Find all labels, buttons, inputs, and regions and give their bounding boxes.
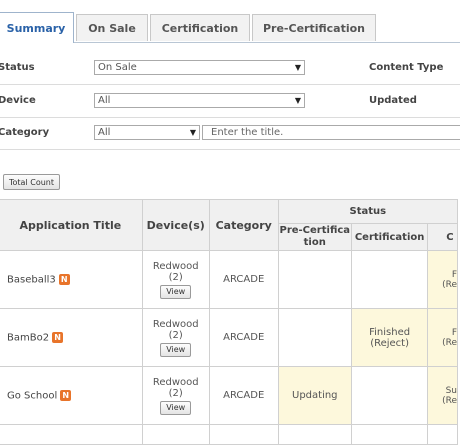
- pre-certification-cell: [277, 308, 352, 367]
- status-label: Status: [0, 62, 35, 73]
- empty-cell: [427, 424, 458, 445]
- header-devices: Device(s): [141, 199, 210, 251]
- device-count: (2): [168, 271, 183, 283]
- table-row-partial: [0, 424, 458, 445]
- chevron-down-icon: ▼: [294, 96, 301, 105]
- new-badge-icon: N: [60, 389, 72, 401]
- title-cell: Baseball3 N: [0, 250, 143, 309]
- extra-status-line: (Re: [442, 279, 457, 290]
- device-cell: Redwood (2) View: [141, 366, 210, 425]
- category-select-value: All: [98, 127, 111, 138]
- header-certification: Certification: [350, 223, 429, 251]
- tab-certification[interactable]: Certification: [150, 14, 250, 41]
- empty-cell: [208, 424, 279, 445]
- extra-status-line: F: [451, 269, 457, 280]
- status-select[interactable]: On Sale ▼: [94, 60, 305, 75]
- title-search-input[interactable]: Enter the title.: [202, 125, 460, 140]
- header-application-title: Application Title: [0, 199, 143, 251]
- pre-certification-cell: Updating: [277, 366, 352, 425]
- header-extra-status: C: [427, 223, 458, 251]
- empty-cell: [141, 424, 210, 445]
- category-cell: ARCADE: [208, 366, 279, 425]
- view-button[interactable]: View: [160, 342, 192, 357]
- extra-status-line: (Re: [442, 395, 457, 406]
- table-row: Go School N Redwood (2) View ARCADE Updat…: [0, 366, 458, 425]
- certification-cell: [350, 366, 429, 425]
- header-pre-certification: Pre-Certification: [277, 223, 352, 251]
- extra-status-line: (Re: [442, 337, 457, 348]
- empty-cell: [0, 424, 143, 445]
- updated-label: Updated: [369, 95, 417, 106]
- device-count: (2): [168, 329, 183, 341]
- app-title-link[interactable]: Go School: [7, 390, 57, 401]
- total-count-button[interactable]: Total Count: [3, 174, 60, 190]
- chevron-down-icon: ▼: [294, 63, 301, 72]
- certification-cell: [350, 250, 429, 309]
- new-badge-icon: N: [58, 273, 70, 285]
- tab-pre-certification[interactable]: Pre-Certification: [252, 14, 376, 41]
- category-cell: ARCADE: [208, 308, 279, 367]
- device-select-value: All: [98, 95, 111, 106]
- category-select[interactable]: All ▼: [94, 125, 200, 140]
- pre-certification-cell: [277, 250, 352, 309]
- category-cell: ARCADE: [208, 250, 279, 309]
- extra-status-cell: F (Re: [427, 250, 458, 309]
- new-badge-icon: N: [52, 331, 64, 343]
- table-row: BamBo2 N Redwood (2) View ARCADE Finished…: [0, 308, 458, 367]
- header-category: Category: [208, 199, 279, 251]
- empty-cell: [350, 424, 429, 445]
- device-count: (2): [168, 387, 183, 399]
- device-name: Redwood: [152, 376, 199, 388]
- device-cell: Redwood (2) View: [141, 308, 210, 367]
- device-select[interactable]: All ▼: [94, 93, 305, 108]
- view-button[interactable]: View: [160, 400, 192, 415]
- extra-status-line: Su: [445, 385, 457, 396]
- device-name: Redwood: [152, 260, 199, 272]
- device-name: Redwood: [152, 318, 199, 330]
- device-cell: Redwood (2) View: [141, 250, 210, 309]
- title-cell: Go School N: [0, 366, 143, 425]
- certification-cell: Finished (Reject): [350, 308, 429, 367]
- title-cell: BamBo2 N: [0, 308, 143, 367]
- extra-status-cell: F (Re: [427, 308, 458, 367]
- extra-status-cell: Su (Re: [427, 366, 458, 425]
- filter-row-status: Status On Sale ▼ Content Type: [0, 52, 460, 85]
- content-type-label: Content Type: [369, 62, 444, 73]
- category-label: Category: [0, 127, 50, 138]
- status-select-value: On Sale: [98, 62, 137, 73]
- tab-bar: Summary On Sale Certification Pre-Certif…: [0, 0, 460, 43]
- extra-status-line: F: [451, 327, 457, 338]
- table-row: Baseball3 N Redwood (2) View ARCADE F (Re: [0, 250, 458, 309]
- app-title-link[interactable]: Baseball3: [7, 274, 56, 285]
- applications-table: Application Title Device(s) Category Sta…: [0, 199, 459, 445]
- device-label: Device: [0, 95, 36, 106]
- filter-row-category: Category All ▼ Enter the title.: [0, 117, 460, 150]
- title-search-placeholder: Enter the title.: [211, 127, 284, 138]
- tab-on-sale[interactable]: On Sale: [76, 14, 148, 41]
- app-title-link[interactable]: BamBo2: [7, 332, 49, 343]
- tab-summary[interactable]: Summary: [0, 12, 74, 43]
- chevron-down-icon: ▼: [189, 128, 196, 137]
- view-button[interactable]: View: [160, 284, 192, 299]
- empty-cell: [277, 424, 352, 445]
- header-status: Status: [277, 199, 459, 224]
- filter-row-device: Device All ▼ Updated: [0, 85, 460, 118]
